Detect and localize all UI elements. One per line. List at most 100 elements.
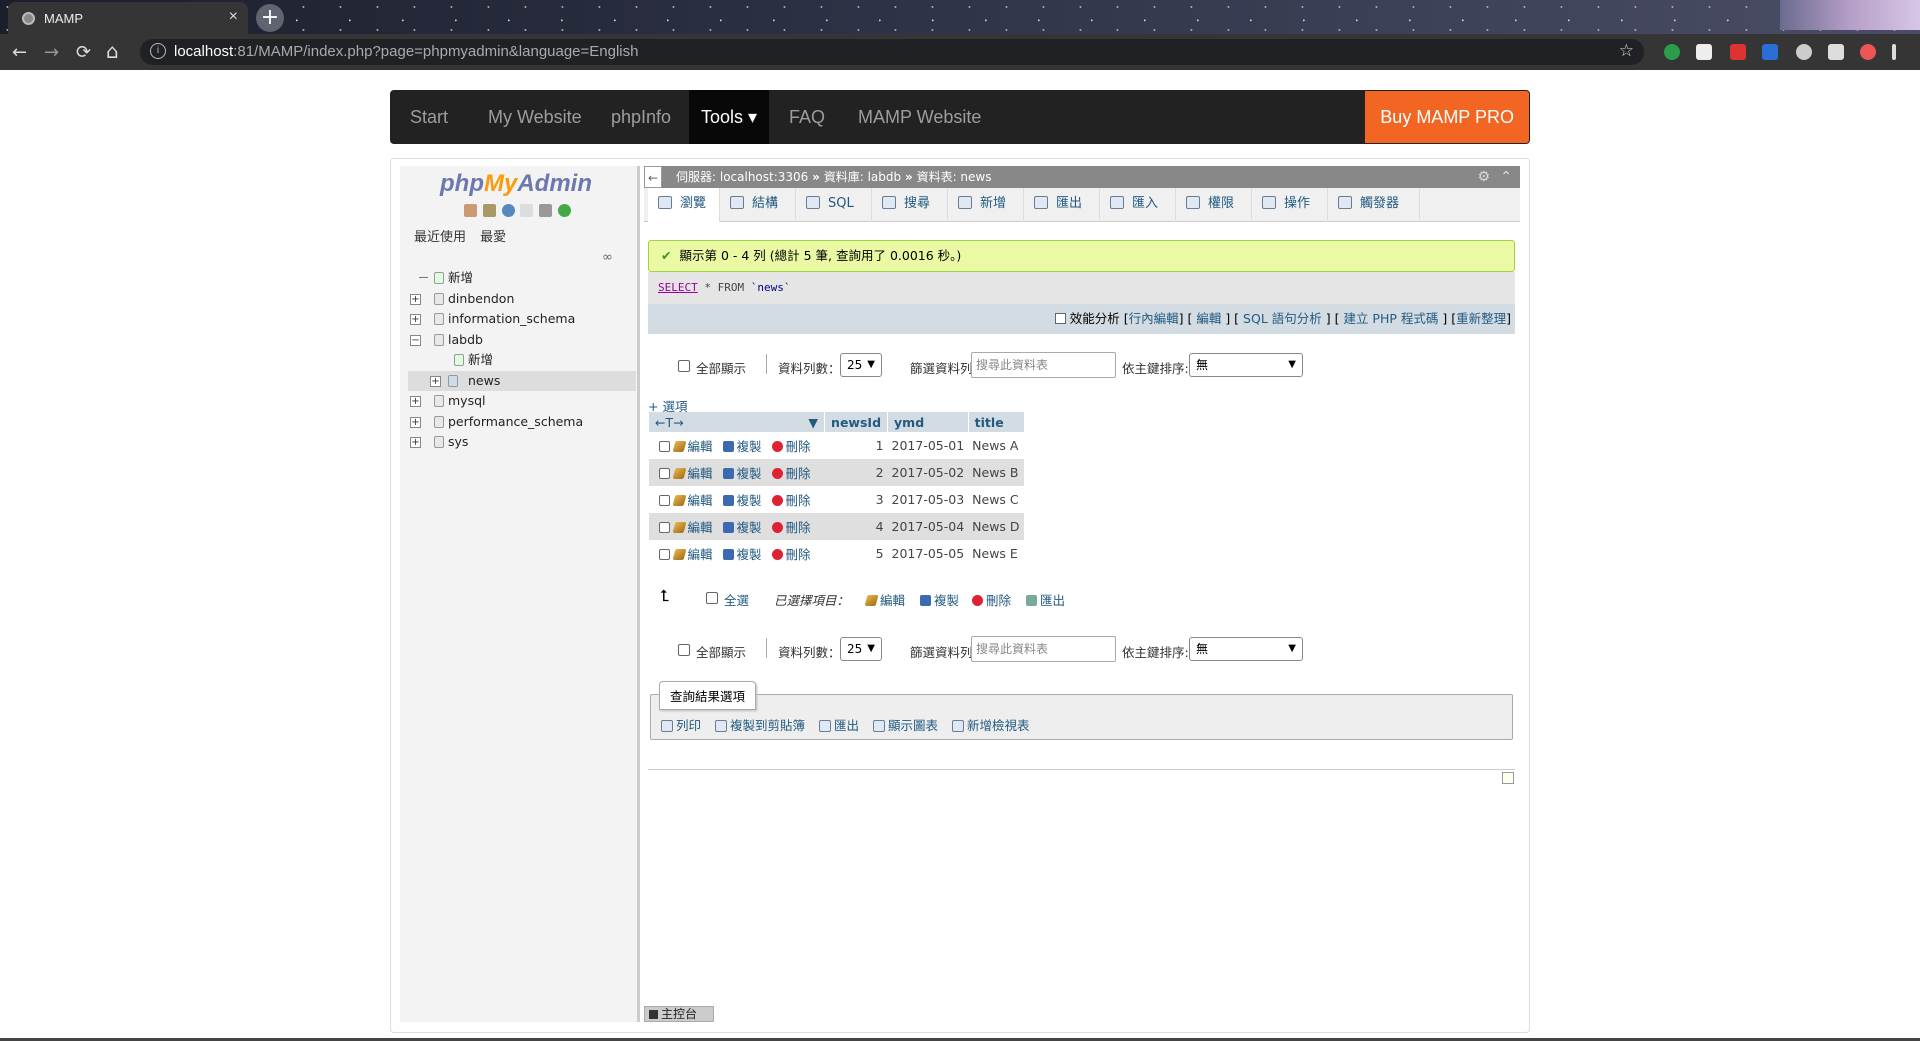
nav-phpinfo[interactable]: phpInfo [599, 90, 683, 144]
cell-ymd[interactable]: 2017-05-05 [887, 540, 969, 567]
row-edit-link[interactable]: 編輯 [672, 547, 713, 562]
tree-item-labdb[interactable]: − labdb [408, 330, 636, 351]
expand-icon[interactable]: + [410, 314, 421, 325]
buy-mamp-pro-button[interactable]: Buy MAMP PRO [1365, 91, 1529, 143]
row-edit-link[interactable]: 編輯 [672, 493, 713, 508]
console-toggle[interactable]: 主控台 [644, 1006, 714, 1022]
row-copy-link[interactable]: 複製 [722, 466, 762, 481]
rows-per-page-select[interactable]: 25 ▼ [840, 637, 882, 661]
row-copy-link[interactable]: 複製 [722, 439, 762, 454]
collapse-icon[interactable]: − [410, 334, 421, 346]
column-header-newsid[interactable]: newsId [824, 412, 888, 432]
forward-arrow-icon[interactable]: → [44, 42, 59, 63]
tab-browse[interactable]: 瀏覽 [648, 188, 720, 222]
inline-edit-link[interactable]: 行內編輯 [1129, 311, 1179, 326]
recent-tab[interactable]: 最近使用 [414, 230, 466, 245]
cell-title[interactable]: News D [968, 513, 1025, 540]
extension-pdf-icon[interactable] [1730, 44, 1746, 60]
row-copy-link[interactable]: 複製 [722, 520, 762, 535]
tree-item-news[interactable]: + news [408, 370, 636, 391]
bulk-copy-button[interactable]: 複製 [920, 590, 959, 609]
extension-qr-icon[interactable] [1696, 44, 1712, 60]
select-all-checkbox[interactable] [706, 592, 718, 604]
rows-per-page-select[interactable]: 25 ▼ [840, 353, 882, 377]
sort-by-key-select[interactable]: 無 ▼ [1189, 637, 1303, 661]
breadcrumb-db[interactable]: 資料庫: labdb [824, 170, 901, 184]
tree-item-information-schema[interactable]: + information_schema [408, 309, 636, 330]
expand-icon[interactable]: + [430, 375, 441, 387]
tab-import[interactable]: 匯入 [1100, 188, 1176, 222]
row-checkbox[interactable] [658, 522, 670, 533]
row-delete-link[interactable]: 刪除 [771, 466, 811, 481]
filter-rows-input[interactable]: 搜尋此資料表 [971, 636, 1116, 662]
cell-title[interactable]: News B [968, 459, 1025, 486]
logout-icon[interactable] [482, 204, 496, 217]
export-button[interactable]: 匯出 [819, 718, 859, 733]
tree-item-sys[interactable]: + sys [408, 432, 636, 453]
expand-icon[interactable]: + [410, 437, 421, 448]
collapse-nav-icon[interactable]: ← [644, 166, 662, 188]
create-php-code-link[interactable]: 建立 PHP 程式碼 [1343, 311, 1438, 326]
breadcrumb-server[interactable]: 伺服器: localhost:3306 [676, 170, 808, 184]
docs-icon[interactable] [520, 204, 534, 217]
profile-avatar[interactable] [1780, 0, 1920, 30]
bookmark-star-icon[interactable]: ☆ [1619, 41, 1634, 61]
row-delete-link[interactable]: 刪除 [771, 520, 811, 535]
cell-newsid[interactable]: 1 [824, 432, 888, 459]
cell-ymd[interactable]: 2017-05-01 [887, 432, 969, 459]
expand-icon[interactable]: + [410, 416, 421, 428]
row-delete-link[interactable]: 刪除 [771, 439, 811, 454]
row-edit-link[interactable]: 編輯 [672, 520, 713, 535]
select-all-link[interactable]: 全選 [724, 590, 749, 609]
show-all-checkbox[interactable] [678, 644, 690, 656]
tab-triggers[interactable]: 觸發器 [1328, 188, 1420, 222]
favorites-tab[interactable]: 最愛 [480, 230, 506, 245]
row-edit-link[interactable]: 編輯 [672, 439, 713, 454]
profiling-checkbox[interactable] [1054, 313, 1066, 324]
tab-operations[interactable]: 操作 [1252, 188, 1328, 222]
column-header-title[interactable]: title [967, 412, 1025, 432]
bulk-edit-button[interactable]: 編輯 [864, 590, 905, 609]
print-button[interactable]: 列印 [661, 718, 701, 733]
display-chart-button[interactable]: 顯示圖表 [873, 718, 938, 733]
tree-item-performance-schema[interactable]: + performance_schema [408, 412, 636, 433]
filter-rows-input[interactable]: 搜尋此資料表 [971, 352, 1116, 378]
row-checkbox[interactable] [658, 468, 670, 479]
cell-newsid[interactable]: 4 [824, 513, 888, 540]
extension-gray-icon[interactable] [1796, 44, 1812, 60]
cell-title[interactable]: News C [968, 486, 1025, 513]
tab-close-icon[interactable]: × [229, 8, 238, 26]
link-with-main-icon[interactable]: ∞ [602, 250, 613, 265]
back-arrow-icon[interactable]: ← [12, 42, 27, 63]
collapse-top-icon[interactable]: ⌃ [1500, 166, 1512, 188]
create-view-button[interactable]: 新增檢視表 [952, 718, 1030, 733]
show-all-checkbox[interactable] [678, 360, 690, 372]
nav-start[interactable]: Start [398, 90, 460, 144]
expand-icon[interactable]: + [410, 293, 421, 305]
tab-sql[interactable]: SQL [796, 188, 872, 222]
settings-gear-icon[interactable] [539, 204, 553, 217]
row-delete-link[interactable]: 刪除 [771, 493, 811, 508]
cell-ymd[interactable]: 2017-05-02 [887, 459, 969, 486]
nav-faq[interactable]: FAQ [777, 90, 837, 144]
column-resize-arrows[interactable]: ←T→ ▼ [647, 412, 825, 432]
browser-tab[interactable]: MAMP × [8, 2, 248, 34]
tree-item-new-table[interactable]: 新增 [408, 350, 636, 371]
sort-by-key-select[interactable]: 無 ▼ [1189, 353, 1303, 377]
extension-blue-icon[interactable] [1762, 44, 1778, 60]
column-header-ymd[interactable]: ymd [887, 412, 969, 432]
cell-ymd[interactable]: 2017-05-03 [887, 486, 969, 513]
settings-gear-icon[interactable]: ⚙ [1477, 166, 1490, 188]
tab-search[interactable]: 搜尋 [872, 188, 948, 222]
extension-red-icon[interactable] [1860, 44, 1876, 60]
info-icon[interactable]: i [150, 43, 166, 59]
row-copy-link[interactable]: 複製 [722, 547, 762, 562]
tree-item-new-db[interactable]: — 新增 [408, 268, 636, 289]
row-delete-link[interactable]: 刪除 [771, 547, 811, 562]
cell-title[interactable]: News A [968, 432, 1025, 459]
cell-newsid[interactable]: 5 [824, 540, 888, 567]
tree-item-mysql[interactable]: + mysql [408, 391, 636, 412]
bookmark-icon[interactable] [1502, 772, 1514, 784]
bulk-export-button[interactable]: 匯出 [1026, 590, 1065, 609]
reload-nav-icon[interactable] [558, 204, 572, 217]
